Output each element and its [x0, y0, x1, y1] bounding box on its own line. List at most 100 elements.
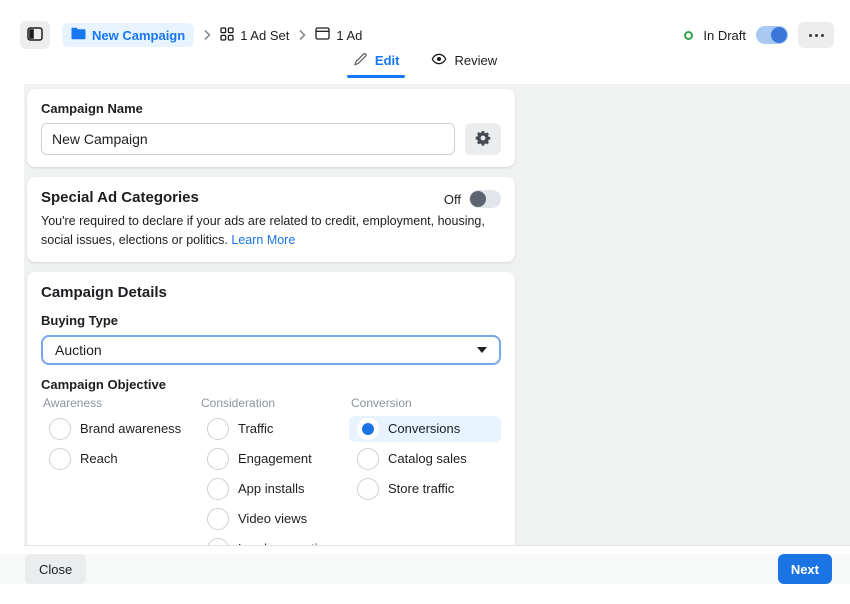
- objective-option-store-traffic[interactable]: Store traffic: [349, 476, 501, 502]
- radio-icon: [49, 448, 71, 470]
- footer-divider: [24, 545, 850, 546]
- main-content: Campaign Name Special Ad Categories: [0, 84, 850, 545]
- status-badge: In Draft: [703, 28, 746, 43]
- editor-canvas: Campaign Name Special Ad Categories: [24, 84, 850, 545]
- objective-option-video-views[interactable]: Video views: [199, 506, 349, 532]
- objective-option-label: Catalog sales: [388, 451, 467, 466]
- sidebar-panel-icon: [27, 27, 43, 44]
- name-settings-button[interactable]: [465, 123, 501, 155]
- objective-option-brand-awareness[interactable]: Brand awareness: [41, 416, 199, 442]
- objective-option-label: Conversions: [388, 421, 460, 436]
- objective-column: Conversion Conversions Catalog sales Sto…: [349, 396, 501, 546]
- objective-column: Consideration Traffic Engagement App ins…: [199, 396, 349, 546]
- draft-toggle[interactable]: [756, 26, 788, 44]
- radio-icon: [207, 478, 229, 500]
- special-ad-title: Special Ad Categories: [41, 189, 199, 206]
- radio-icon: [357, 478, 379, 500]
- objective-column-header: Conversion: [351, 396, 501, 410]
- status-area: In Draft: [684, 22, 834, 48]
- chevron-right-icon: [298, 29, 306, 41]
- ellipsis-icon: [821, 34, 824, 37]
- toggle-knob: [470, 191, 486, 207]
- special-ad-toggle-label: Off: [444, 192, 461, 207]
- edit-review-tabs: Edit Review: [0, 49, 850, 78]
- objective-option-engagement[interactable]: Engagement: [199, 446, 349, 472]
- toggle-knob: [771, 27, 787, 43]
- objective-option-reach[interactable]: Reach: [41, 446, 199, 472]
- objective-columns: Awareness Brand awareness Reach Consider…: [41, 396, 501, 546]
- special-ad-toggle-wrap: Off: [444, 189, 501, 208]
- objective-option-list: Traffic Engagement App installs Video vi…: [199, 416, 349, 546]
- radio-icon: [207, 418, 229, 440]
- objective-option-label: Traffic: [238, 421, 273, 436]
- close-button[interactable]: Close: [25, 554, 86, 584]
- top-bar: New Campaign 1 Ad Set: [0, 0, 850, 84]
- more-options-button[interactable]: [798, 22, 834, 48]
- radio-icon: [357, 418, 379, 440]
- buying-type-label: Buying Type: [41, 313, 501, 328]
- folder-icon: [71, 27, 86, 43]
- objective-option-catalog-sales[interactable]: Catalog sales: [349, 446, 501, 472]
- gear-icon: [475, 130, 491, 149]
- campaign-name-card: Campaign Name: [27, 89, 515, 167]
- breadcrumb-ad[interactable]: 1 Ad: [315, 27, 362, 43]
- next-button[interactable]: Next: [778, 554, 832, 584]
- radio-icon: [207, 448, 229, 470]
- objective-option-conversions[interactable]: Conversions: [349, 416, 501, 442]
- radio-icon: [207, 538, 229, 546]
- special-ad-header: Special Ad Categories Off: [41, 189, 501, 208]
- card-column: Campaign Name Special Ad Categories: [27, 89, 515, 545]
- draft-status-icon: [684, 31, 693, 40]
- buying-type-value: Auction: [55, 342, 102, 358]
- tab-review-label: Review: [454, 53, 497, 68]
- ellipsis-icon: [815, 34, 818, 37]
- objective-option-label: Brand awareness: [80, 421, 181, 436]
- tab-edit[interactable]: Edit: [351, 49, 402, 78]
- radio-icon: [357, 448, 379, 470]
- buying-type-select[interactable]: Auction: [41, 335, 501, 365]
- breadcrumb-adset-label: 1 Ad Set: [240, 28, 289, 43]
- special-ad-categories-card: Special Ad Categories Off You're require…: [27, 177, 515, 262]
- campaign-name-label: Campaign Name: [41, 101, 501, 116]
- eye-icon: [431, 51, 447, 70]
- campaign-details-title: Campaign Details: [41, 284, 501, 301]
- objective-option-traffic[interactable]: Traffic: [199, 416, 349, 442]
- footer-band: Close Next: [0, 554, 850, 584]
- radio-icon: [207, 508, 229, 530]
- tab-review[interactable]: Review: [429, 49, 499, 78]
- caret-down-icon: [477, 347, 487, 353]
- ads-manager-window: New Campaign 1 Ad Set: [0, 0, 850, 604]
- special-ad-description: You're required to declare if your ads a…: [41, 212, 499, 250]
- grid-icon: [220, 27, 234, 44]
- sidebar-toggle-button[interactable]: [20, 21, 50, 49]
- campaign-name-input[interactable]: [41, 123, 455, 155]
- tab-edit-label: Edit: [375, 53, 400, 68]
- pencil-icon: [353, 52, 368, 70]
- breadcrumb: New Campaign 1 Ad Set: [62, 23, 362, 47]
- breadcrumb-adset[interactable]: 1 Ad Set: [220, 27, 289, 44]
- breadcrumb-campaign[interactable]: New Campaign: [62, 23, 194, 47]
- ellipsis-icon: [809, 34, 812, 37]
- objective-column: Awareness Brand awareness Reach: [41, 396, 199, 546]
- objective-option-label: Reach: [80, 451, 118, 466]
- objective-option-list: Brand awareness Reach: [41, 416, 199, 472]
- campaign-name-row: [41, 123, 501, 155]
- objective-option-list: Conversions Catalog sales Store traffic: [349, 416, 501, 502]
- objective-option-app-installs[interactable]: App installs: [199, 476, 349, 502]
- objective-option-label: App installs: [238, 481, 304, 496]
- ad-frame-icon: [315, 27, 330, 43]
- nav-row: New Campaign 1 Ad Set: [20, 20, 834, 50]
- footer-bar: Close Next: [0, 545, 850, 604]
- breadcrumb-ad-label: 1 Ad: [336, 28, 362, 43]
- radio-icon: [49, 418, 71, 440]
- breadcrumb-campaign-label: New Campaign: [92, 28, 185, 43]
- campaign-objective-label: Campaign Objective: [41, 377, 501, 392]
- learn-more-link[interactable]: Learn More: [231, 233, 295, 247]
- objective-column-header: Awareness: [43, 396, 199, 410]
- objective-option-label: Engagement: [238, 451, 312, 466]
- campaign-details-card: Campaign Details Buying Type Auction Cam…: [27, 272, 515, 546]
- special-ad-toggle[interactable]: [469, 190, 501, 208]
- objective-column-header: Consideration: [201, 396, 349, 410]
- objective-option-lead-generation[interactable]: Lead generation: [199, 536, 349, 546]
- objective-option-label: Store traffic: [388, 481, 454, 496]
